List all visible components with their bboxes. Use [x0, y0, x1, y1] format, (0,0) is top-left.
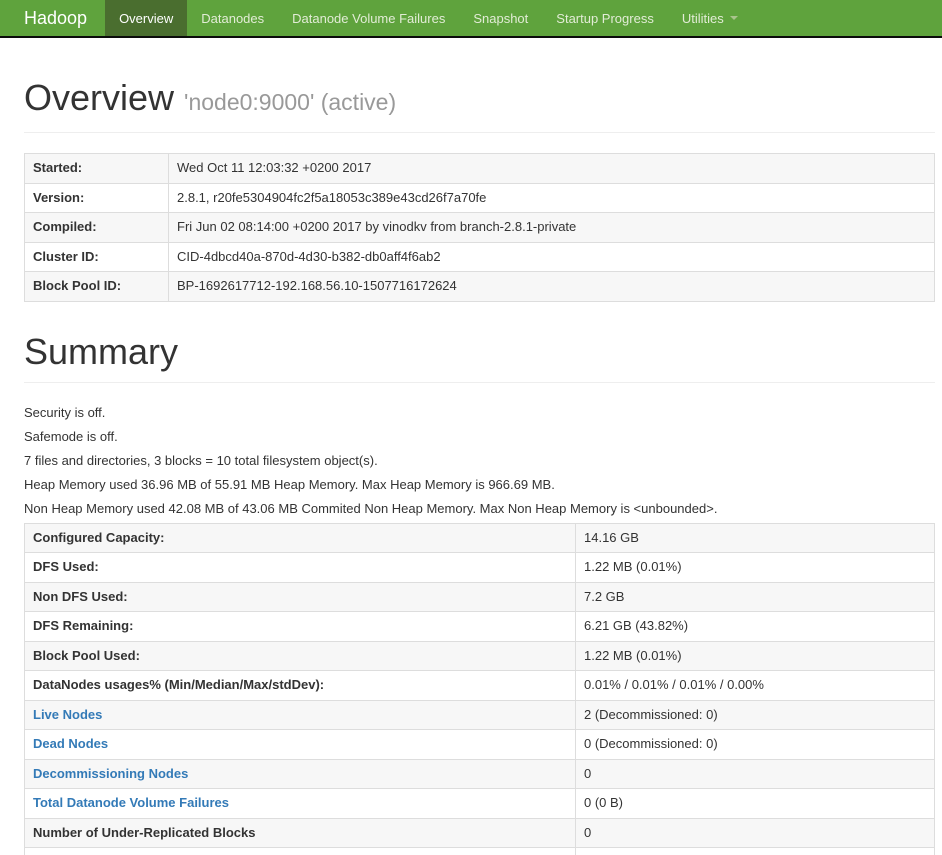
table-row: Configured Capacity: 14.16 GB: [24, 522, 935, 553]
page-subtitle: 'node0:9000' (active): [184, 89, 397, 115]
table-row: DataNodes usages% (Min/Median/Max/stdDev…: [24, 670, 935, 701]
row-label: Cluster ID:: [24, 241, 169, 272]
row-value: 14.16 GB: [575, 522, 935, 553]
table-row: Decommissioning Nodes 0: [24, 758, 935, 789]
row-value: 2.8.1, r20fe5304904fc2f5a18053c389e43cd2…: [168, 182, 935, 213]
table-row: Block Pool Used: 1.22 MB (0.01%): [24, 640, 935, 671]
row-label: Number of Under-Replicated Blocks: [24, 817, 576, 848]
row-value: Fri Jun 02 08:14:00 +0200 2017 by vinodk…: [168, 212, 935, 243]
non-heap-memory-status: Non Heap Memory used 42.08 MB of 43.06 M…: [24, 500, 718, 516]
page-title: Overview 'node0:9000' (active): [24, 78, 935, 122]
summary-divider: [24, 381, 935, 383]
summary-heading: Summary: [24, 330, 179, 372]
cluster-info-table: Started: Wed Oct 11 12:03:32 +0200 2017 …: [24, 153, 935, 302]
row-label: Decommissioning Nodes: [24, 758, 576, 789]
table-row: Dead Nodes 0 (Decommissioned: 0): [24, 729, 935, 760]
summary-text: Security is off. Safemode is off. 7 file…: [24, 403, 935, 518]
brand-hadoop[interactable]: Hadoop: [0, 0, 105, 36]
row-value: 0: [575, 847, 935, 855]
nav-tab-utilities-label: Utilities: [681, 10, 724, 26]
page-title-text: Overview: [24, 77, 175, 118]
row-value: CID-4dbcd40a-870d-4d30-b382-db0aff4f6ab2: [168, 241, 935, 272]
table-row: Non DFS Used: 7.2 GB: [24, 581, 935, 612]
caret-down-icon: [729, 16, 738, 20]
table-row: Number of Under-Replicated Blocks 0: [24, 817, 935, 848]
row-label: Non DFS Used:: [24, 581, 576, 612]
table-row: Total Datanode Volume Failures 0 (0 B): [24, 788, 935, 819]
nav-tab-startup-progress[interactable]: Startup Progress: [542, 0, 668, 36]
live-nodes-link[interactable]: Live Nodes: [33, 707, 102, 722]
row-label: Block Pool Used:: [24, 640, 576, 671]
table-row: Cluster ID: CID-4dbcd40a-870d-4d30-b382-…: [24, 241, 935, 272]
safemode-status: Safemode is off.: [24, 428, 118, 444]
decommissioning-nodes-link[interactable]: Decommissioning Nodes: [33, 766, 188, 781]
row-value: 0 (Decommissioned: 0): [575, 729, 935, 760]
row-value: 0 (0 B): [575, 788, 935, 819]
row-value: 7.2 GB: [575, 581, 935, 612]
main-content: Overview 'node0:9000' (active) Started: …: [24, 38, 935, 855]
row-label: DFS Remaining:: [24, 611, 576, 642]
table-row: Live Nodes 2 (Decommissioned: 0): [24, 699, 935, 730]
row-value: 0: [575, 817, 935, 848]
table-row: DFS Used: 1.22 MB (0.01%): [24, 552, 935, 583]
table-row: DFS Remaining: 6.21 GB (43.82%): [24, 611, 935, 642]
table-row: Number of Blocks Pending Deletion 0: [24, 847, 935, 855]
row-label: Version:: [24, 182, 169, 213]
filesystem-objects-status: 7 files and directories, 3 blocks = 10 t…: [24, 452, 378, 468]
row-label: DataNodes usages% (Min/Median/Max/stdDev…: [24, 670, 576, 701]
row-label: Number of Blocks Pending Deletion: [24, 847, 576, 855]
table-row: Compiled: Fri Jun 02 08:14:00 +0200 2017…: [24, 212, 935, 243]
row-label: Configured Capacity:: [24, 522, 576, 553]
row-value: 1.22 MB (0.01%): [575, 640, 935, 671]
row-label: Live Nodes: [24, 699, 576, 730]
table-row: Block Pool ID: BP-1692617712-192.168.56.…: [24, 271, 935, 302]
top-navbar: Hadoop Overview Datanodes Datanode Volum…: [0, 0, 942, 38]
nav-tab-utilities[interactable]: Utilities: [668, 0, 752, 36]
row-label: Dead Nodes: [24, 729, 576, 760]
nav-tab-snapshot[interactable]: Snapshot: [459, 0, 542, 36]
row-label: Total Datanode Volume Failures: [24, 788, 576, 819]
row-label: DFS Used:: [24, 552, 576, 583]
table-row: Started: Wed Oct 11 12:03:32 +0200 2017: [24, 153, 935, 184]
dead-nodes-link[interactable]: Dead Nodes: [33, 736, 108, 751]
summary-table: Configured Capacity: 14.16 GB DFS Used: …: [24, 522, 935, 855]
nav-tab-overview[interactable]: Overview: [105, 0, 188, 36]
row-label: Block Pool ID:: [24, 271, 169, 302]
total-datanode-volume-failures-link[interactable]: Total Datanode Volume Failures: [33, 795, 229, 810]
row-value: 1.22 MB (0.01%): [575, 552, 935, 583]
row-value: BP-1692617712-192.168.56.10-150771617262…: [168, 271, 935, 302]
nav-tab-datanodes[interactable]: Datanodes: [187, 0, 278, 36]
row-value: 2 (Decommissioned: 0): [575, 699, 935, 730]
title-divider: [24, 132, 935, 133]
row-label: Started:: [24, 153, 169, 184]
heap-memory-status: Heap Memory used 36.96 MB of 55.91 MB He…: [24, 476, 555, 492]
security-status: Security is off.: [24, 404, 106, 420]
nav-tab-datanode-volume-failures[interactable]: Datanode Volume Failures: [278, 0, 459, 36]
row-value: 0: [575, 758, 935, 789]
row-value: 6.21 GB (43.82%): [575, 611, 935, 642]
table-row: Version: 2.8.1, r20fe5304904fc2f5a18053c…: [24, 182, 935, 213]
row-value: Wed Oct 11 12:03:32 +0200 2017: [168, 153, 935, 184]
row-label: Compiled:: [24, 212, 169, 243]
row-value: 0.01% / 0.01% / 0.01% / 0.00%: [575, 670, 935, 701]
